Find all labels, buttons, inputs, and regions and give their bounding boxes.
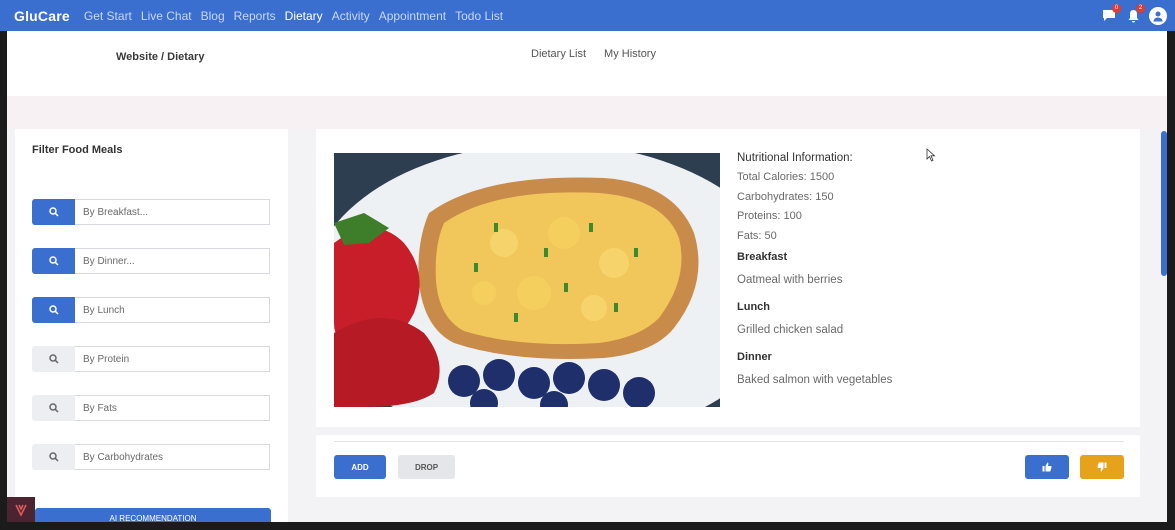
add-button[interactable]: ADD — [334, 455, 386, 479]
top-navbar: GluCare Get Start Live Chat Blog Reports… — [0, 0, 1175, 31]
breakfast-input[interactable]: By Breakfast... — [75, 199, 270, 225]
breakfast-value: Oatmeal with berries — [737, 273, 843, 286]
meal-image — [334, 153, 720, 407]
nav-links: Get Start Live Chat Blog Reports Dietary… — [84, 9, 512, 23]
filter-dinner: By Dinner... — [32, 248, 270, 274]
search-icon — [48, 403, 59, 413]
nav-link-get-start[interactable]: Get Start — [84, 9, 132, 23]
nav-link-dietary[interactable]: Dietary — [285, 9, 323, 23]
brand-logo[interactable]: GluCare — [14, 8, 70, 24]
search-icon — [48, 207, 59, 217]
breadcrumb: Website / Dietary — [116, 51, 205, 63]
search-button[interactable] — [32, 346, 75, 372]
breakfast-heading: Breakfast — [737, 250, 788, 263]
fats-input[interactable]: By Fats — [75, 395, 270, 421]
nutrition-title: Nutritional Information: — [737, 152, 853, 164]
dinner-value: Baked salmon with vegetables — [737, 373, 893, 386]
lunch-heading: Lunch — [737, 300, 770, 313]
search-icon — [48, 354, 59, 364]
nutrition-info: Nutritional Information: Total Calories:… — [737, 152, 892, 386]
filter-fats: By Fats — [32, 395, 270, 421]
ai-recommendation-button[interactable]: AI RECOMMENDATION — [35, 508, 271, 522]
nav-link-reports[interactable]: Reports — [234, 9, 276, 23]
lunch-value: Grilled chicken salad — [737, 323, 844, 336]
fats: Fats: 50 — [737, 229, 777, 242]
search-button[interactable] — [32, 297, 75, 323]
thumbs-up-icon — [1042, 462, 1052, 472]
meal-card: Nutritional Information: Total Calories:… — [316, 129, 1140, 427]
tab-dietary-list[interactable]: Dietary List — [531, 48, 586, 60]
search-icon — [48, 452, 59, 462]
scrollbar[interactable] — [1161, 131, 1167, 276]
filter-carbohydrates: By Carbohydrates — [32, 444, 270, 470]
dinner-heading: Dinner — [737, 350, 772, 363]
search-icon — [48, 256, 59, 266]
search-icon — [48, 305, 59, 315]
nav-link-blog[interactable]: Blog — [201, 9, 225, 23]
divider — [334, 441, 1124, 442]
meal-actions: ADD DROP — [316, 435, 1140, 497]
drop-button[interactable]: DROP — [398, 455, 455, 479]
nav-link-live-chat[interactable]: Live Chat — [141, 9, 192, 23]
chat-badge: 0 — [1112, 3, 1121, 13]
like-button[interactable] — [1025, 455, 1069, 479]
search-button[interactable] — [32, 444, 75, 470]
proteins: Proteins: 100 — [737, 210, 802, 222]
page-content: Website / Dietary Dietary List My Histor… — [7, 31, 1167, 522]
nav-icons: 0 2 — [1101, 0, 1167, 31]
tab-my-history[interactable]: My History — [604, 48, 656, 60]
nav-link-activity[interactable]: Activity — [332, 9, 370, 23]
dietary-tabs: Dietary List My History — [531, 48, 656, 60]
filter-protein: By Protein — [32, 346, 270, 372]
bell-icon[interactable]: 2 — [1125, 3, 1145, 24]
protein-input[interactable]: By Protein — [75, 346, 270, 372]
mouse-cursor-icon — [926, 148, 936, 162]
dislike-button[interactable] — [1080, 455, 1124, 479]
nav-link-todo-list[interactable]: Todo List — [455, 9, 503, 23]
dinner-input[interactable]: By Dinner... — [75, 248, 270, 274]
user-avatar-icon[interactable] — [1149, 6, 1167, 25]
search-button[interactable] — [32, 395, 75, 421]
chat-icon[interactable]: 0 — [1101, 3, 1121, 24]
app-logo-icon — [7, 497, 35, 522]
search-button[interactable] — [32, 248, 75, 274]
filter-panel: Filter Food Meals By Breakfast... By Din… — [15, 129, 288, 522]
bell-badge: 2 — [1136, 3, 1145, 13]
page-header: Website / Dietary Dietary List My Histor… — [7, 31, 1167, 96]
search-button[interactable] — [32, 199, 75, 225]
nav-link-appointment[interactable]: Appointment — [379, 9, 446, 23]
carbohydrates: Carbohydrates: 150 — [737, 190, 834, 203]
lunch-input[interactable]: By Lunch — [75, 297, 270, 323]
filter-lunch: By Lunch — [32, 297, 270, 323]
header-band — [7, 96, 1167, 129]
thumbs-down-icon — [1097, 462, 1107, 472]
total-calories: Total Calories: 1500 — [737, 171, 835, 183]
filter-title: Filter Food Meals — [32, 144, 123, 156]
carbohydrates-input[interactable]: By Carbohydrates — [75, 444, 270, 470]
filter-breakfast: By Breakfast... — [32, 199, 270, 225]
